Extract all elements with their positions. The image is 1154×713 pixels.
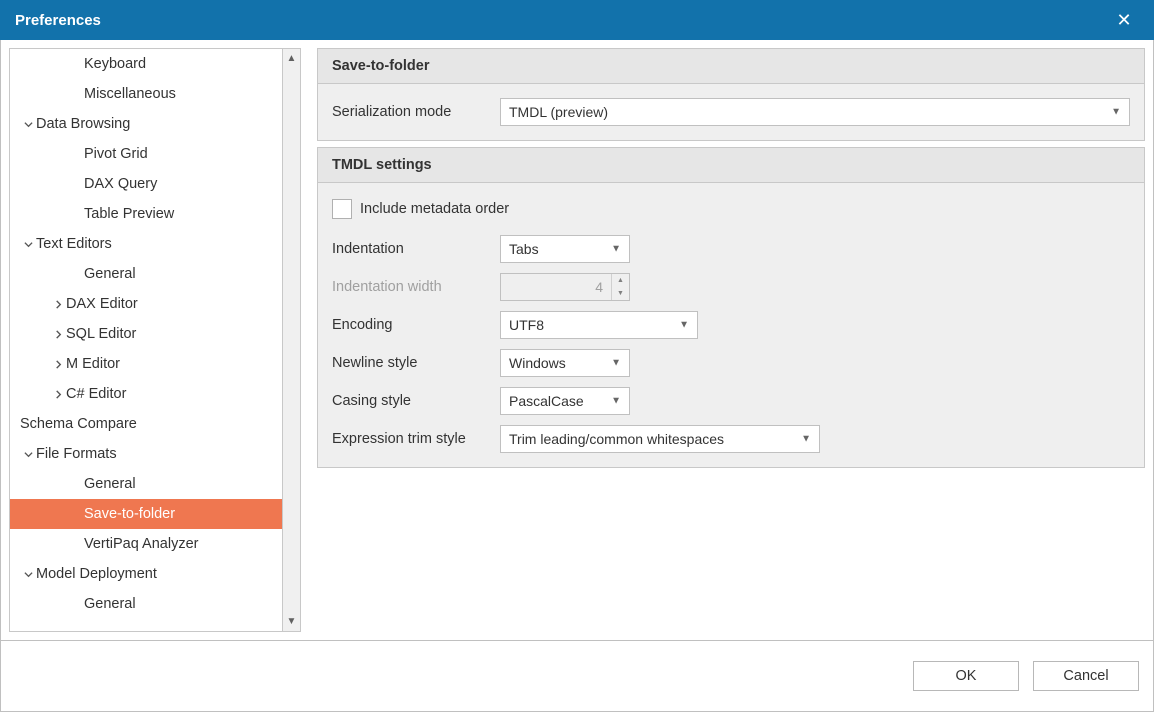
close-icon[interactable]: ✕ xyxy=(1109,10,1139,31)
spinner-down-icon: ▼ xyxy=(612,287,629,300)
tree-item-label: Keyboard xyxy=(84,56,146,72)
tree-item-label: C# Editor xyxy=(66,386,126,402)
tree-item-label: Data Browsing xyxy=(36,116,130,132)
chevron-down-icon: ▼ xyxy=(801,434,811,445)
indentation-width-value: 4 xyxy=(501,279,629,295)
tree-item-label: SQL Editor xyxy=(66,326,136,342)
newline-value: Windows xyxy=(509,355,566,371)
chevron-down-icon: ▼ xyxy=(611,396,621,407)
scroll-down-icon[interactable]: ▼ xyxy=(287,612,297,631)
chevron-down-icon[interactable] xyxy=(20,570,36,579)
indentation-label: Indentation xyxy=(332,241,500,257)
tmdl-settings-section: TMDL settings Include metadata order Ind… xyxy=(317,147,1145,468)
tree-item-label: General xyxy=(84,596,136,612)
ok-button[interactable]: OK xyxy=(913,661,1019,691)
chevron-right-icon[interactable] xyxy=(50,300,66,309)
preferences-tree: Keyboard Miscellaneous Data Browsing Pivot … xyxy=(9,48,283,632)
newline-select[interactable]: Windows ▼ xyxy=(500,349,630,377)
tree-item[interactable]: C# Editor xyxy=(10,379,282,409)
trim-label: Expression trim style xyxy=(332,431,500,447)
tree-item-label: DAX Query xyxy=(84,176,157,192)
chevron-down-icon[interactable] xyxy=(20,450,36,459)
serialization-mode-value: TMDL (preview) xyxy=(509,104,608,120)
tree-item[interactable]: SQL Editor xyxy=(10,319,282,349)
indentation-select[interactable]: Tabs ▼ xyxy=(500,235,630,263)
tree-item[interactable]: File Formats xyxy=(10,439,282,469)
chevron-down-icon: ▼ xyxy=(1111,107,1121,118)
tree-item[interactable]: General xyxy=(10,589,282,619)
dialog-footer: OK Cancel xyxy=(0,640,1154,712)
chevron-right-icon[interactable] xyxy=(50,330,66,339)
include-metadata-checkbox[interactable] xyxy=(332,199,352,219)
tree-item[interactable]: General xyxy=(10,259,282,289)
chevron-right-icon[interactable] xyxy=(50,360,66,369)
tree-item[interactable]: Pivot Grid xyxy=(10,139,282,169)
tree-item-label: Schema Compare xyxy=(20,416,137,432)
tree-item-label: DAX Editor xyxy=(66,296,138,312)
indentation-width-label: Indentation width xyxy=(332,279,500,295)
encoding-select[interactable]: UTF8 ▼ xyxy=(500,311,698,339)
tree-item-label: Pivot Grid xyxy=(84,146,148,162)
tree-item-label: General xyxy=(84,266,136,282)
tree-item-label: M Editor xyxy=(66,356,120,372)
section-header: TMDL settings xyxy=(318,148,1144,183)
cancel-button[interactable]: Cancel xyxy=(1033,661,1139,691)
tree-item[interactable]: Text Editors xyxy=(10,229,282,259)
chevron-right-icon[interactable] xyxy=(50,390,66,399)
tree-item[interactable]: Save-to-folder xyxy=(10,499,282,529)
tree-item[interactable]: Keyboard xyxy=(10,49,282,79)
casing-value: PascalCase xyxy=(509,393,584,409)
trim-value: Trim leading/common whitespaces xyxy=(509,431,724,447)
tree-item[interactable]: DAX Editor xyxy=(10,289,282,319)
sidebar-scrollbar[interactable]: ▲ ▼ xyxy=(283,48,301,632)
tree-item-label: General xyxy=(84,476,136,492)
trim-select[interactable]: Trim leading/common whitespaces ▼ xyxy=(500,425,820,453)
newline-label: Newline style xyxy=(332,355,500,371)
casing-select[interactable]: PascalCase ▼ xyxy=(500,387,630,415)
indentation-value: Tabs xyxy=(509,241,539,257)
tree-item-label: Text Editors xyxy=(36,236,112,252)
include-metadata-label: Include metadata order xyxy=(360,201,509,217)
tree-item-label: Miscellaneous xyxy=(84,86,176,102)
tree-item-label: VertiPaq Analyzer xyxy=(84,536,198,552)
tree-item[interactable]: Schema Compare xyxy=(10,409,282,439)
serialization-mode-label: Serialization mode xyxy=(332,104,500,120)
encoding-value: UTF8 xyxy=(509,317,544,333)
titlebar: Preferences ✕ xyxy=(0,0,1154,40)
chevron-down-icon: ▼ xyxy=(679,320,689,331)
tree-item[interactable]: Model Deployment xyxy=(10,559,282,589)
serialization-mode-select[interactable]: TMDL (preview) ▼ xyxy=(500,98,1130,126)
tree-item[interactable]: DAX Query xyxy=(10,169,282,199)
tree-item[interactable]: General xyxy=(10,469,282,499)
chevron-down-icon: ▼ xyxy=(611,358,621,369)
window-title: Preferences xyxy=(15,12,101,29)
tree-item[interactable]: Table Preview xyxy=(10,199,282,229)
scroll-up-icon[interactable]: ▲ xyxy=(287,49,297,68)
tree-item-label: Model Deployment xyxy=(36,566,157,582)
casing-label: Casing style xyxy=(332,393,500,409)
tree-item[interactable]: VertiPaq Analyzer xyxy=(10,529,282,559)
chevron-down-icon[interactable] xyxy=(20,240,36,249)
tree-item-label: File Formats xyxy=(36,446,117,462)
tree-item-label: Table Preview xyxy=(84,206,174,222)
chevron-down-icon[interactable] xyxy=(20,120,36,129)
tree-item[interactable]: M Editor xyxy=(10,349,282,379)
chevron-down-icon: ▼ xyxy=(611,244,621,255)
indentation-width-spinner: 4 ▲ ▼ xyxy=(500,273,630,301)
tree-item[interactable]: Miscellaneous xyxy=(10,79,282,109)
tree-item[interactable]: Data Browsing xyxy=(10,109,282,139)
tree-item-label: Save-to-folder xyxy=(84,506,175,522)
content-panel: Save-to-folder Serialization mode TMDL (… xyxy=(301,40,1153,640)
spinner-up-icon: ▲ xyxy=(612,274,629,287)
encoding-label: Encoding xyxy=(332,317,500,333)
save-to-folder-section: Save-to-folder Serialization mode TMDL (… xyxy=(317,48,1145,141)
section-header: Save-to-folder xyxy=(318,49,1144,84)
